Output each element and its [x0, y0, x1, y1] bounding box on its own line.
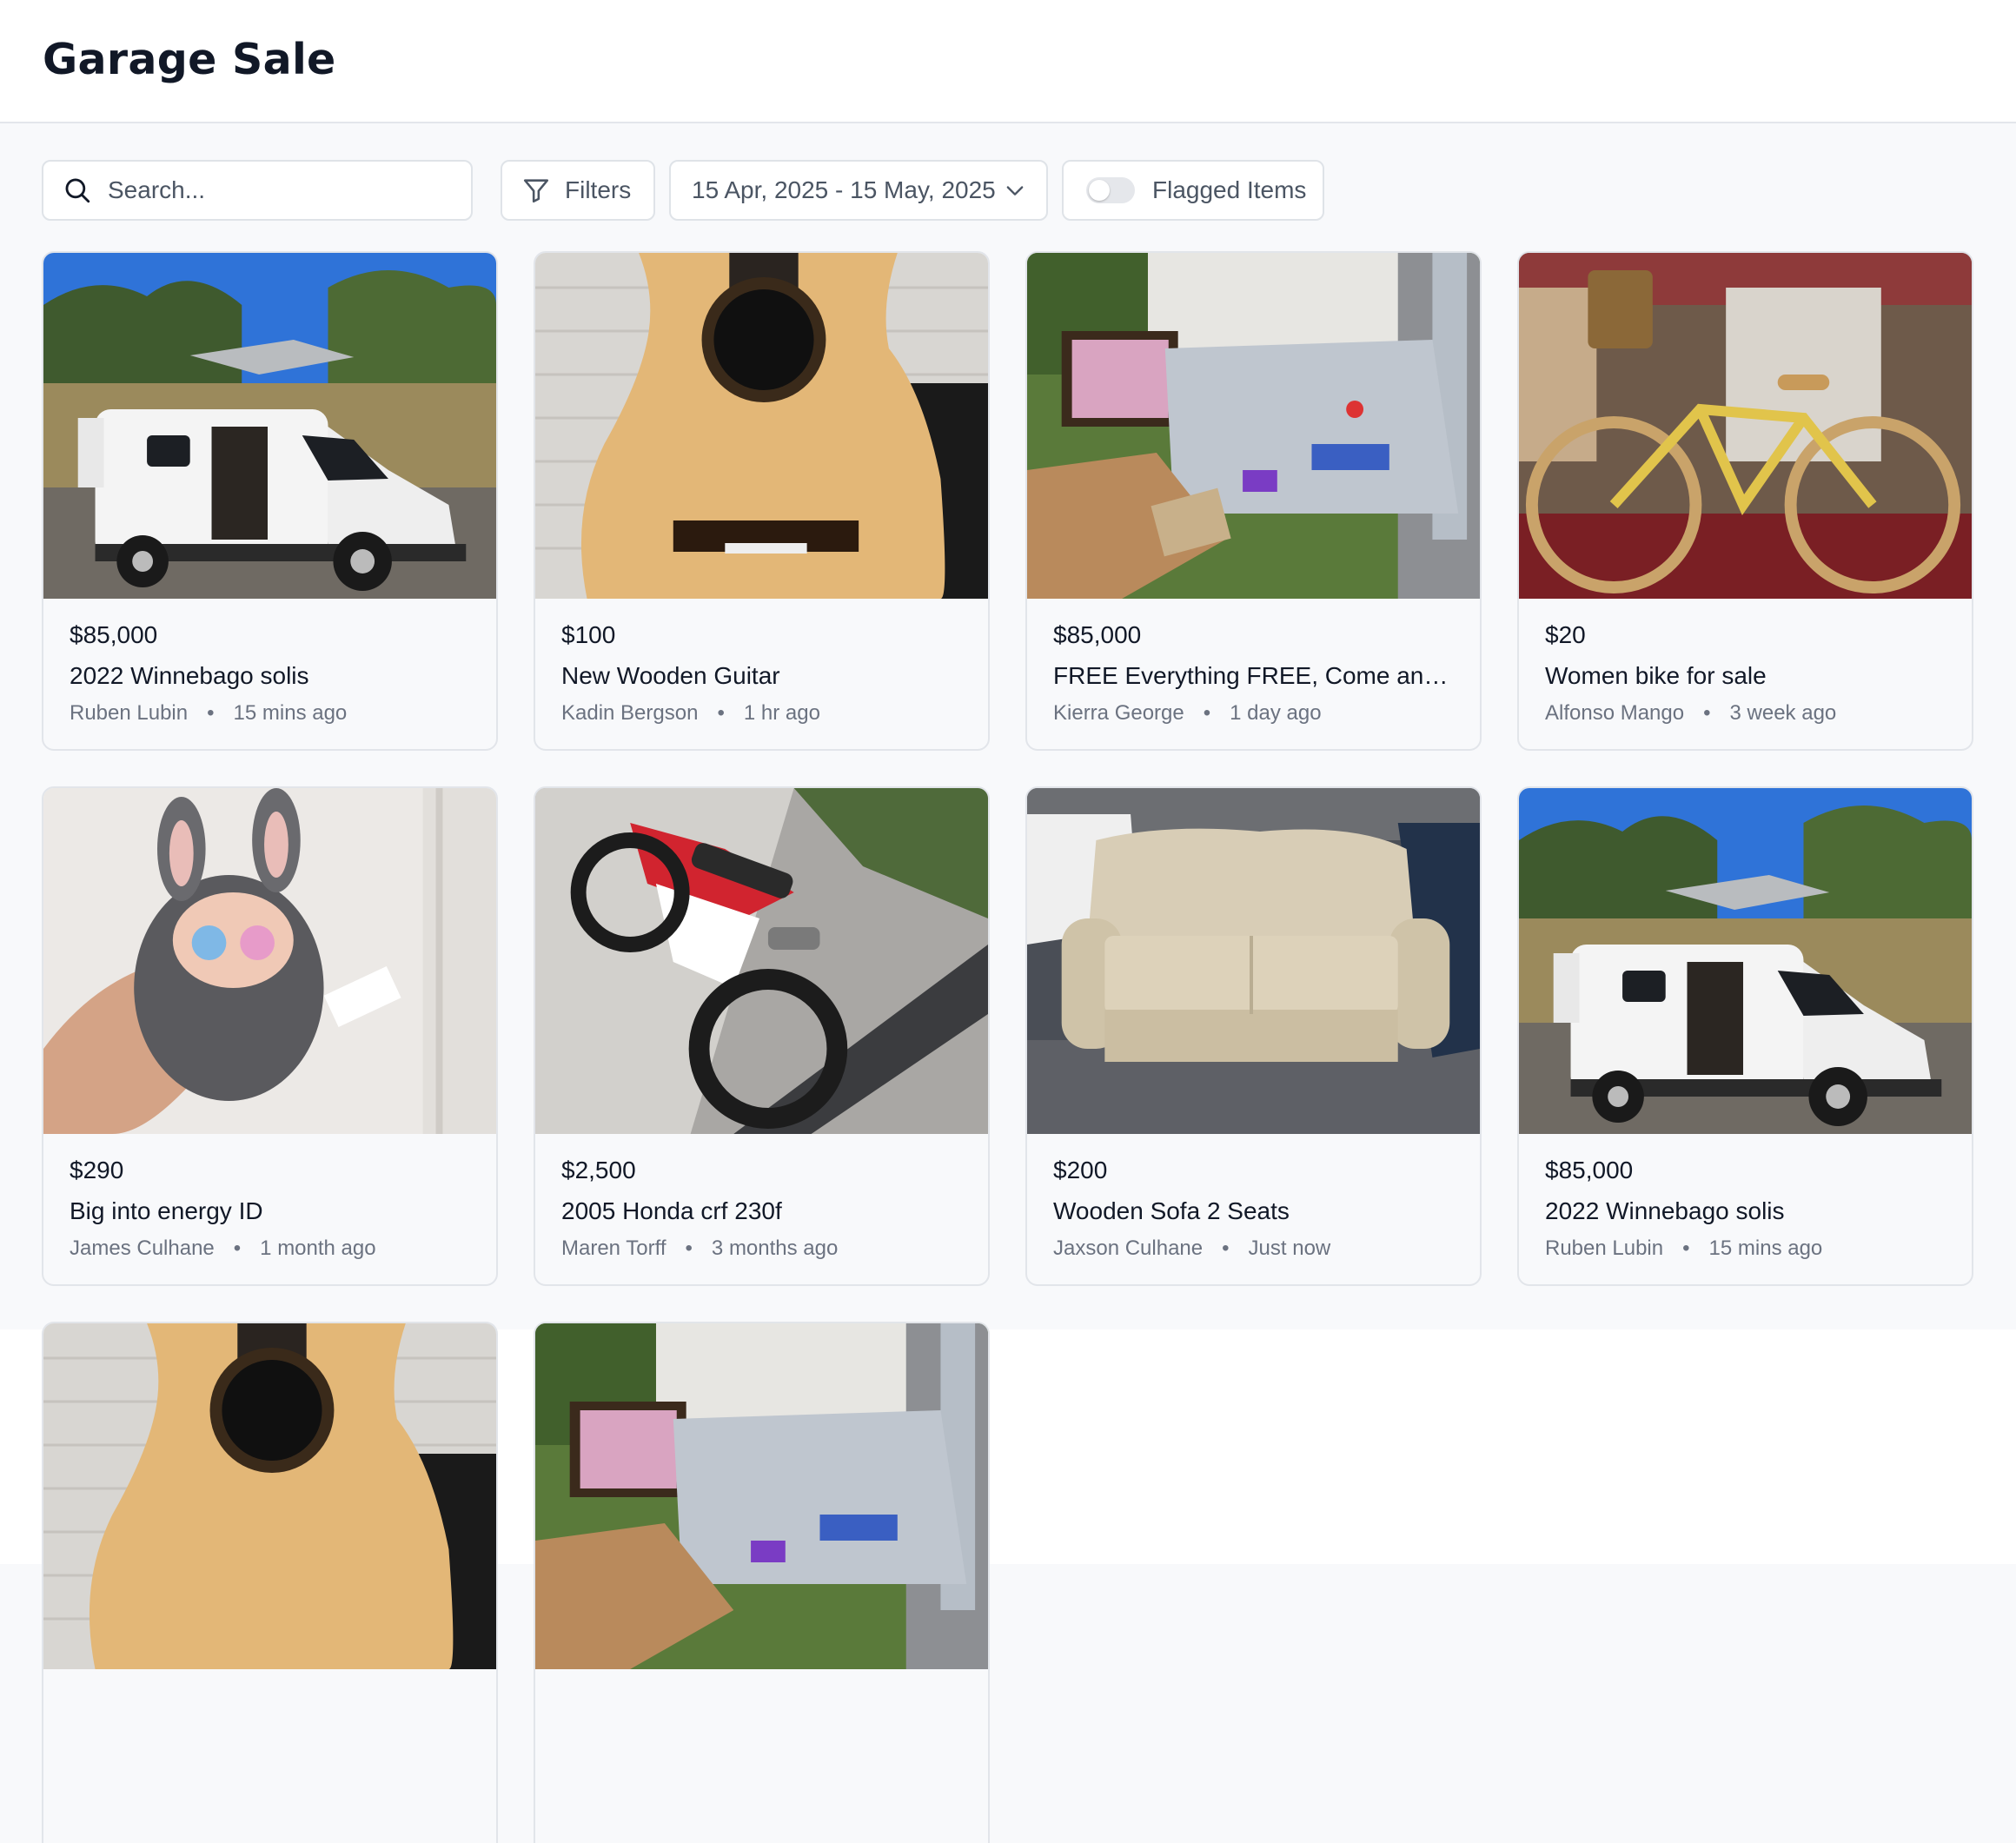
listing-title: 2005 Honda crf 230f [561, 1197, 782, 1224]
sofa-photo [1027, 788, 1480, 1134]
camper-van-photo [1519, 788, 1972, 1134]
listing-seller: Ruben Lubin [1545, 1236, 1664, 1260]
listing-card[interactable]: $290 Big into energy ID James Culhane • 1 … [42, 786, 498, 1286]
listing-seller: Jaxson Culhane [1053, 1236, 1204, 1260]
listing-time: Just now [1248, 1236, 1331, 1260]
filters-label: Filters [565, 176, 632, 203]
chevron-down-icon [1006, 186, 1024, 196]
listing-seller: Alfonso Mango [1545, 701, 1685, 725]
listing-price: $85,000 [1053, 621, 1142, 648]
listing-price: $20 [1545, 621, 1586, 648]
listing-title: Wooden Sofa 2 Seats [1053, 1197, 1290, 1224]
listing-time: 3 months ago [711, 1236, 839, 1260]
listing-price: $100 [561, 621, 616, 648]
listing-seller: Ruben Lubin [70, 701, 189, 725]
listing-title: Women bike for sale [1545, 662, 1767, 689]
separator-dot: • [1203, 701, 1211, 725]
listing-seller: Kierra George [1053, 701, 1184, 725]
listing-time: 15 mins ago [233, 701, 348, 725]
listing-price: $290 [70, 1157, 124, 1183]
listing-time: 3 week ago [1729, 701, 1837, 725]
listing-card[interactable]: $85,000 2022 Winnebago solis Ruben Lubin… [1517, 786, 1973, 1286]
acoustic-guitar-photo [43, 1323, 496, 1669]
listing-card[interactable]: $85,000 2022 Winnebago solis Ruben Lubin… [42, 251, 498, 751]
flagged-items-toggle[interactable]: Flagged Items [1062, 160, 1324, 221]
yard-sale-items-photo [1027, 253, 1480, 599]
page-title: Garage Sale [43, 35, 336, 84]
search-box[interactable] [42, 160, 473, 221]
plush-toy-photo [43, 788, 496, 1134]
listing-title: New Wooden Guitar [561, 662, 780, 689]
filter-icon [523, 179, 549, 203]
listing-price: $200 [1053, 1157, 1108, 1183]
listing-card[interactable] [42, 1322, 498, 1843]
app-header: Garage Sale [0, 0, 2016, 123]
date-range-select[interactable]: 15 Apr, 2025 - 15 May, 2025 [669, 160, 1048, 221]
camper-van-photo [43, 253, 496, 599]
listing-seller: Kadin Bergson [561, 701, 699, 725]
yard-sale-items-photo [535, 1323, 988, 1669]
separator-dot: • [717, 701, 725, 725]
separator-dot: • [685, 1236, 693, 1260]
listing-card[interactable] [534, 1322, 990, 1843]
toolbar: Filters 15 Apr, 2025 - 15 May, 2025 Flag… [0, 160, 2016, 222]
listing-price: $85,000 [70, 621, 158, 648]
listing-time: 1 hr ago [743, 701, 820, 725]
separator-dot: • [207, 701, 215, 725]
search-icon [65, 178, 90, 203]
listing-price: $85,000 [1545, 1157, 1634, 1183]
listing-time: 1 month ago [260, 1236, 376, 1260]
listing-title: FREE Everything FREE, Come and Pi... [1053, 662, 1459, 689]
search-input[interactable] [106, 176, 457, 205]
listing-title: Big into energy ID [70, 1197, 263, 1224]
listing-card[interactable]: $200 Wooden Sofa 2 Seats Jaxson Culhane •… [1025, 786, 1482, 1286]
toggle-switch[interactable] [1086, 177, 1135, 203]
dirt-bike-photo [535, 788, 988, 1134]
listing-card[interactable]: $85,000 FREE Everything FREE, Come and P… [1025, 251, 1482, 751]
separator-dot: • [1703, 701, 1711, 725]
separator-dot: • [1222, 1236, 1230, 1260]
listing-card[interactable]: $20 Women bike for sale Alfonso Mango • 3 … [1517, 251, 1973, 751]
listing-card[interactable]: $100 New Wooden Guitar Kadin Bergson • 1 h… [534, 251, 990, 751]
separator-dot: • [1682, 1236, 1690, 1260]
listing-seller: Maren Torff [561, 1236, 666, 1260]
acoustic-guitar-photo [535, 253, 988, 599]
listing-title: 2022 Winnebago solis [70, 662, 309, 689]
date-range-value: 15 Apr, 2025 - 15 May, 2025 [692, 176, 996, 203]
filters-button[interactable]: Filters [501, 160, 655, 221]
listing-price: $2,500 [561, 1157, 636, 1183]
flagged-items-label: Flagged Items [1152, 176, 1307, 203]
yellow-bicycle-photo [1519, 253, 1972, 599]
listing-seller: James Culhane [70, 1236, 215, 1260]
toggle-knob [1089, 180, 1110, 201]
listing-time: 15 mins ago [1708, 1236, 1823, 1260]
separator-dot: • [233, 1236, 242, 1260]
listing-card[interactable]: $2,500 2005 Honda crf 230f Maren Torff • 3… [534, 786, 990, 1286]
listing-time: 1 day ago [1230, 701, 1322, 725]
listing-title: 2022 Winnebago solis [1545, 1197, 1785, 1224]
